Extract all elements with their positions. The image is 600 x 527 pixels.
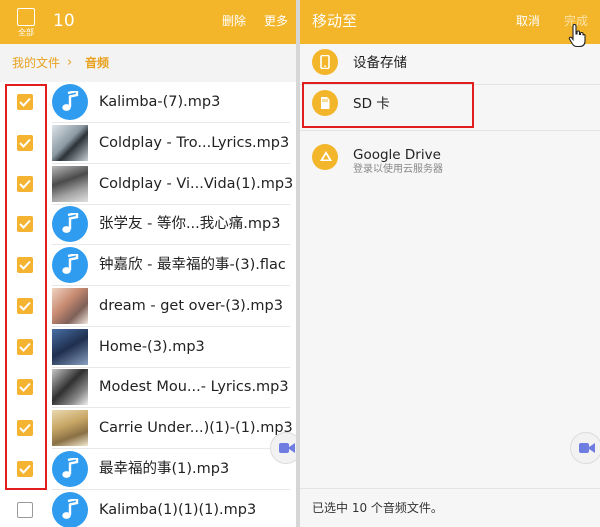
- option-google-drive[interactable]: Google Drive 登录以使用云服务器: [300, 136, 600, 184]
- more-button[interactable]: 更多: [264, 13, 288, 29]
- status-bar: 已选中 10 个音频文件。: [300, 488, 600, 527]
- delete-button[interactable]: 删除: [222, 13, 246, 29]
- option-device-storage[interactable]: 设备存储: [300, 44, 600, 82]
- breadcrumb-my-files[interactable]: 我的文件: [12, 44, 60, 82]
- list-item[interactable]: Kalimba(1)(1)(1).mp3: [0, 490, 296, 527]
- selection-status: 已选中 10 个音频文件。: [312, 501, 443, 515]
- select-all-label: 全部: [18, 28, 34, 37]
- album-art: [52, 369, 88, 405]
- selected-count: 10: [53, 11, 75, 31]
- album-art: [52, 410, 88, 446]
- highlight-box: [302, 82, 474, 128]
- highlight-box: [5, 84, 47, 490]
- file-name: 最幸福的事(1).mp3: [99, 461, 230, 477]
- video-camera-icon: [579, 443, 595, 453]
- file-name: dream - get over-(3).mp3: [99, 298, 283, 314]
- select-all-checkbox[interactable]: 全部: [14, 8, 38, 37]
- phone-icon: [312, 49, 338, 75]
- file-name: Home-(3).mp3: [99, 339, 205, 355]
- music-note-icon: [52, 492, 88, 527]
- file-name: Kalimba(1)(1)(1).mp3: [99, 502, 257, 518]
- album-art: [52, 125, 88, 161]
- move-to-toolbar: 移动至 取消 完成: [300, 0, 600, 48]
- album-art: [52, 288, 88, 324]
- checkbox-icon: [17, 8, 35, 26]
- file-name: Coldplay - Vi...Vida(1).mp3: [99, 176, 294, 192]
- music-note-icon: [52, 247, 88, 283]
- chevron-right-icon: ›: [67, 55, 73, 70]
- cancel-button[interactable]: 取消: [516, 13, 540, 29]
- option-label: Google Drive: [353, 147, 441, 163]
- file-name: 钟嘉欣 - 最幸福的事-(3).flac: [99, 257, 286, 273]
- music-note-icon: [52, 84, 88, 120]
- album-art: [52, 166, 88, 202]
- move-to-panel: 移动至 取消 完成 设备存储 SD 卡 Google Drive 登录以使用云服…: [300, 0, 600, 527]
- video-camera-icon: [279, 443, 295, 453]
- file-name: Coldplay - Tro...Lyrics.mp3: [99, 135, 290, 151]
- floating-camera-button[interactable]: [270, 432, 296, 464]
- checkbox[interactable]: [17, 502, 33, 518]
- cloud-drive-icon: [312, 144, 338, 170]
- file-name: Modest Mou...- Lyrics.mp3: [99, 379, 289, 395]
- file-name: Kalimba-(7).mp3: [99, 94, 221, 110]
- floating-camera-button[interactable]: [570, 432, 600, 464]
- file-name: Carrie Under...)(1)-(1).mp3: [99, 420, 293, 436]
- file-list-panel: 全部 10 删除 更多 我的文件 › 音频 Kalimba-(7).mp3 Co…: [0, 0, 296, 527]
- album-art: [52, 329, 88, 365]
- option-sublabel: 登录以使用云服务器: [353, 164, 443, 175]
- option-label: 设备存储: [353, 55, 407, 71]
- breadcrumb-audio: 音频: [85, 56, 110, 70]
- file-name: 张学友 - 等你...我心痛.mp3: [99, 216, 281, 232]
- breadcrumb: 我的文件 › 音频: [0, 44, 296, 82]
- move-to-title: 移动至: [312, 12, 358, 30]
- music-note-icon: [52, 206, 88, 242]
- divider: [300, 130, 600, 131]
- selection-toolbar: 全部 10 删除 更多: [0, 0, 296, 44]
- music-note-icon: [52, 451, 88, 487]
